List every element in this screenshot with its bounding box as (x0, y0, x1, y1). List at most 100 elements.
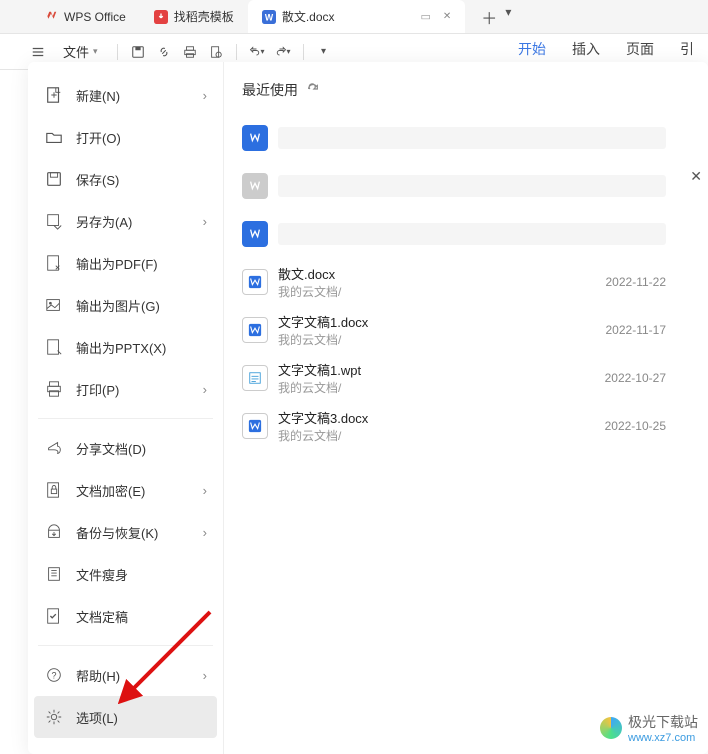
menu-finalize[interactable]: 文档定稿 (34, 595, 217, 637)
undo-icon[interactable]: ▾ (249, 44, 265, 60)
word-doc-icon (242, 221, 268, 247)
file-name: 文字文稿3.docx (278, 408, 368, 427)
link-icon[interactable] (156, 44, 172, 60)
recent-heading-label: 最近使用 (242, 80, 298, 100)
file-date: 2022-10-25 (605, 419, 666, 433)
separator (236, 44, 237, 60)
file-info: 文字文稿1.docx 我的云文档/ (278, 312, 368, 348)
recent-heading: 最近使用 (242, 80, 690, 100)
file-path: 我的云文档/ (278, 331, 368, 348)
new-tab-button[interactable]: ＋ (481, 5, 497, 29)
file-menu-label: 文件 (63, 42, 89, 61)
chevron-right-icon: › (203, 88, 207, 103)
menu-encrypt[interactable]: 文档加密(E) › (34, 469, 217, 511)
svg-text:W: W (265, 12, 274, 22)
lock-icon (44, 480, 64, 500)
print-icon (44, 379, 64, 399)
ribbon-tab-ref[interactable]: 引 (680, 39, 694, 64)
file-path: 我的云文档/ (278, 379, 361, 396)
wps-logo-icon (44, 10, 58, 24)
word-doc-icon (242, 173, 268, 199)
ribbon-tab-start[interactable]: 开始 (518, 39, 546, 64)
refresh-icon[interactable] (306, 82, 320, 99)
file-info: 文字文稿3.docx 我的云文档/ (278, 408, 368, 444)
saveas-icon (44, 211, 64, 231)
menu-save[interactable]: 保存(S) (34, 158, 217, 200)
recent-file-row[interactable] (242, 114, 690, 162)
ribbon-tab-insert[interactable]: 插入 (572, 39, 600, 64)
menu-label: 另存为(A) (76, 212, 132, 231)
file-info: 文字文稿1.wpt 我的云文档/ (278, 360, 361, 396)
redacted-name (278, 127, 666, 149)
chevron-right-icon: › (203, 382, 207, 397)
print-icon[interactable] (182, 44, 198, 60)
menu-label: 打印(P) (76, 380, 119, 399)
menu-export-pptx[interactable]: 输出为PPTX(X) (34, 326, 217, 368)
pdf-icon (44, 253, 64, 273)
tab-template[interactable]: 找稻壳模板 (140, 0, 248, 33)
recent-file-row[interactable]: 散文.docx 我的云文档/ 2022-11-22 (242, 258, 690, 306)
menu-label: 帮助(H) (76, 666, 120, 685)
menu-open[interactable]: 打开(O) (34, 116, 217, 158)
menu-backup[interactable]: 备份与恢复(K)› (34, 511, 217, 553)
ribbon-tab-page[interactable]: 页面 (626, 39, 654, 64)
help-icon: ? (44, 665, 64, 685)
recent-files-pane: 最近使用 ✕ 散文.docx 我的云文档/ 2022-11-22 (224, 62, 708, 754)
file-info: 散文.docx 我的云文档/ (278, 264, 341, 300)
menu-options[interactable]: 选项(L) (34, 696, 217, 738)
menu-help[interactable]: ? 帮助(H) › (34, 654, 217, 696)
recent-file-row[interactable]: 文字文稿1.docx 我的云文档/ 2022-11-17 (242, 306, 690, 354)
split-window-icon[interactable]: ▭ (421, 10, 431, 23)
redo-icon[interactable]: ▾ (275, 44, 291, 60)
gear-icon (44, 707, 64, 727)
tab-actions: ＋ ▾ (471, 5, 511, 29)
menu-export-pdf[interactable]: 输出为PDF(F) (34, 242, 217, 284)
close-icon[interactable]: ✕ (690, 168, 702, 185)
chevron-right-icon: › (203, 214, 207, 229)
recent-file-row[interactable] (242, 210, 690, 258)
watermark: 极光下载站 www.xz7.com (600, 712, 698, 744)
redacted-name (278, 223, 666, 245)
menu-print[interactable]: 打印(P) › (34, 368, 217, 410)
recent-file-row[interactable]: 文字文稿3.docx 我的云文档/ 2022-10-25 (242, 402, 690, 450)
chevron-right-icon: › (203, 668, 207, 683)
open-icon (44, 127, 64, 147)
image-icon (44, 295, 64, 315)
tab-overflow-button[interactable]: ▾ (505, 5, 511, 29)
menu-label: 文件瘦身 (76, 565, 128, 584)
menu-label: 分享文档(D) (76, 439, 146, 458)
tab-document[interactable]: W 散文.docx ▭ ✕ (248, 0, 465, 33)
menu-saveas[interactable]: 另存为(A) › (34, 200, 217, 242)
recent-file-row[interactable]: 文字文稿1.wpt 我的云文档/ 2022-10-27 (242, 354, 690, 402)
tab-wps[interactable]: WPS Office (30, 0, 140, 33)
word-doc-icon (242, 317, 268, 343)
close-icon[interactable]: ✕ (443, 11, 451, 22)
redacted-name (278, 175, 666, 197)
file-path: 我的云文档/ (278, 283, 341, 300)
menu-share[interactable]: 分享文档(D) (34, 427, 217, 469)
watermark-text: 极光下载站 (628, 712, 698, 732)
menu-export-image[interactable]: 输出为图片(G) (34, 284, 217, 326)
menu-label: 备份与恢复(K) (76, 523, 158, 542)
menu-label: 保存(S) (76, 170, 119, 189)
dropdown-icon[interactable]: ▾ (316, 44, 332, 60)
menu-slim[interactable]: 文件瘦身 (34, 553, 217, 595)
chevron-right-icon: › (203, 483, 207, 498)
menu-new[interactable]: 新建(N) › (34, 74, 217, 116)
menu-label: 新建(N) (76, 86, 120, 105)
backup-icon (44, 522, 64, 542)
word-doc-icon: W (262, 10, 276, 24)
menu-label: 文档定稿 (76, 607, 128, 626)
file-panel: 新建(N) › 打开(O) 保存(S) 另存为(A) › 输出为PDF(F) 输出为… (28, 62, 708, 754)
file-menu-button[interactable]: 文件▾ (56, 39, 105, 64)
recent-file-row[interactable] (242, 162, 690, 210)
watermark-logo-icon (600, 717, 622, 739)
check-doc-icon (44, 606, 64, 626)
save-icon[interactable] (130, 44, 146, 60)
download-icon (154, 10, 168, 24)
new-icon (44, 85, 64, 105)
hamburger-icon[interactable] (30, 44, 46, 60)
save-icon (44, 169, 64, 189)
menu-label: 文档加密(E) (76, 481, 145, 500)
preview-icon[interactable] (208, 44, 224, 60)
